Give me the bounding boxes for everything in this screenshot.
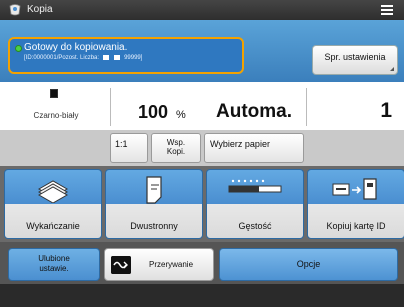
- ratio-label: 1:1: [115, 139, 128, 149]
- divider: [110, 88, 111, 126]
- id-card-copy-label: Kopiuj kartę ID: [326, 221, 386, 231]
- title-bar: Kopia: [0, 0, 404, 20]
- copy-ratio-line1: Wsp.: [166, 138, 186, 147]
- favorite-settings-line2: ustawie.: [39, 264, 69, 273]
- density-label: Gęstość: [238, 221, 272, 231]
- tray-icon: [114, 55, 121, 60]
- density-icon: [228, 179, 282, 193]
- status-area: Gotowy do kopiowania. [ID:0000001/Pozost…: [0, 20, 404, 82]
- divider: [306, 88, 307, 126]
- copy-ratio-line2: Kopi.: [166, 147, 186, 156]
- status-message: Gotowy do kopiowania.: [24, 42, 128, 53]
- ready-indicator-icon: [15, 45, 22, 52]
- interrupt-button[interactable]: Przerywanie: [104, 248, 214, 281]
- status-message-box[interactable]: Gotowy do kopiowania. [ID:0000001/Pozost…: [8, 37, 244, 74]
- ratio-1to1-button[interactable]: 1:1: [110, 133, 148, 163]
- color-mode-label: Czarno-biały: [33, 111, 79, 120]
- hamburger-menu-icon[interactable]: [376, 2, 398, 18]
- favorite-settings-button[interactable]: Ulubione ustawie.: [8, 248, 100, 281]
- two-sided-label: Dwustronny: [130, 221, 178, 231]
- check-settings-button[interactable]: Spr. ustawienia: [312, 45, 398, 75]
- select-paper-label: Wybierz papier: [210, 139, 270, 149]
- copy-ratio-button[interactable]: Wsp. Kopi.: [151, 133, 201, 163]
- id-card-copy-icon: [332, 178, 377, 200]
- select-paper-button[interactable]: Wybierz papier: [204, 133, 304, 163]
- favorite-settings-line1: Ulubione: [38, 254, 70, 263]
- color-mode-selector[interactable]: Czarno-biały: [6, 85, 106, 127]
- interrupt-icon: [111, 256, 131, 274]
- app-title: Kopia: [27, 4, 53, 15]
- zoom-value[interactable]: 100: [138, 102, 168, 123]
- status-detail-text: [ID:0000001/Pozost. Liczba:: [24, 55, 100, 62]
- options-button[interactable]: Opcje: [219, 248, 398, 281]
- paper-icon: [102, 55, 109, 60]
- finishing-icon: [37, 180, 69, 203]
- footer-bar: [0, 284, 404, 307]
- interrupt-label: Przerywanie: [149, 260, 194, 269]
- check-settings-label: Spr. ustawienia: [324, 52, 386, 62]
- status-detail-count: 99999]: [124, 55, 143, 62]
- paper-value[interactable]: Automa.: [216, 101, 292, 123]
- options-label: Opcje: [296, 259, 321, 269]
- function-buttons: Wykańczanie Dwustronny Gęstość Kopiuj ka…: [0, 166, 404, 242]
- black-white-icon: [50, 89, 58, 98]
- copy-count[interactable]: 1: [380, 99, 392, 123]
- corner-mark-icon: [390, 67, 394, 71]
- density-button[interactable]: Gęstość: [206, 169, 304, 239]
- quick-settings-row: 1:1 Wsp. Kopi. Wybierz papier: [0, 130, 404, 166]
- bottom-controls: Ulubione ustawie. Przerywanie Opcje: [0, 242, 404, 284]
- copy-app-icon: [9, 4, 21, 16]
- finishing-label: Wykańczanie: [26, 221, 80, 231]
- finishing-button[interactable]: Wykańczanie: [4, 169, 102, 239]
- two-sided-icon: [146, 176, 162, 204]
- settings-summary: Czarno-biały 100 % Automa. 1: [0, 82, 404, 130]
- zoom-unit: %: [176, 109, 186, 121]
- id-card-copy-button[interactable]: Kopiuj kartę ID: [307, 169, 404, 239]
- two-sided-button[interactable]: Dwustronny: [105, 169, 203, 239]
- status-detail: [ID:0000001/Pozost. Liczba: 99999]: [24, 55, 142, 61]
